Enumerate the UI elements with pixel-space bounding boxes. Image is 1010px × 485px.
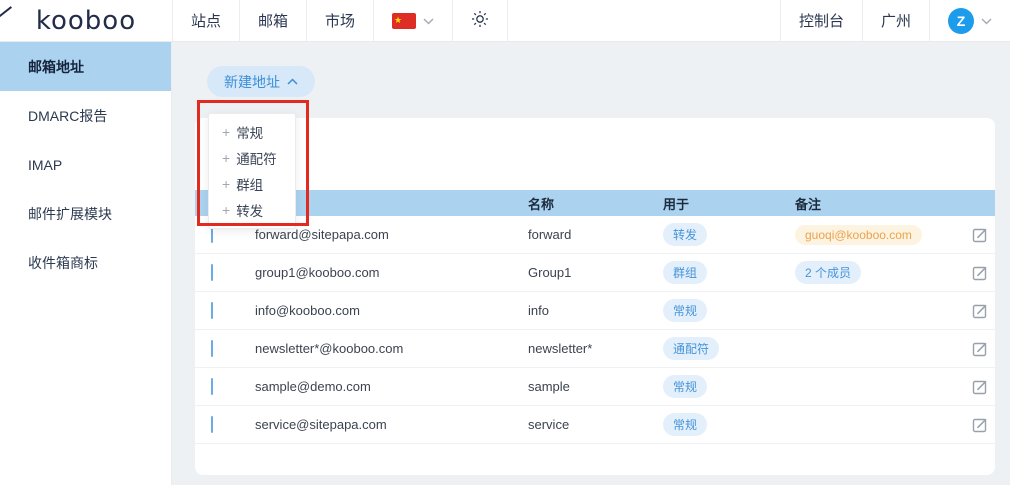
used-for-badge: 群组 — [663, 261, 707, 284]
table-row: service@sitepapa.com service 常规 — [195, 406, 995, 444]
row-checkbox[interactable] — [211, 302, 213, 319]
sun-icon — [471, 10, 489, 32]
edit-button[interactable] — [972, 379, 988, 395]
address-cell: group1@kooboo.com — [255, 265, 528, 280]
dropdown-item[interactable]: + 转发 — [209, 197, 295, 223]
used-for-badge: 转发 — [663, 223, 707, 246]
region-selector[interactable]: 广州 — [862, 0, 929, 41]
user-avatar[interactable]: Z — [948, 8, 974, 34]
used-for-badge: 常规 — [663, 375, 707, 398]
edit-button[interactable] — [972, 417, 988, 433]
top-nav-item[interactable]: 邮箱 — [239, 0, 306, 41]
chevron-down-icon — [981, 12, 992, 29]
table-header-row: 名称 用于 备注 — [195, 190, 995, 216]
sidebar-item[interactable]: IMAP — [0, 140, 171, 189]
edit-icon — [972, 303, 988, 319]
header-name: 名称 — [528, 194, 663, 213]
name-cell: service — [528, 417, 663, 432]
edit-button[interactable] — [972, 227, 988, 243]
table-row: sample@demo.com sample 常规 — [195, 368, 995, 406]
edit-button[interactable] — [972, 303, 988, 319]
new-address-button[interactable]: 新建地址 — [207, 66, 315, 97]
row-checkbox[interactable] — [211, 378, 213, 395]
theme-toggle-button[interactable] — [452, 0, 507, 41]
table-row: forward@sitepapa.com forward 转发 guoqi@ko… — [195, 216, 995, 254]
sidebar: 邮箱地址DMARC报告IMAP邮件扩展模块收件箱商标 — [0, 42, 172, 485]
address-cell: sample@demo.com — [255, 379, 528, 394]
sidebar-item[interactable]: 邮件扩展模块 — [0, 189, 171, 238]
edit-icon — [972, 379, 988, 395]
address-table-card: 名称 用于 备注 forward@sitepapa.com forward 转发… — [195, 118, 995, 475]
edit-icon — [972, 265, 988, 281]
logo[interactable]: kooboo — [0, 0, 172, 41]
table-row: group1@kooboo.com Group1 群组 2 个成员 — [195, 254, 995, 292]
language-selector[interactable]: ★ — [373, 0, 452, 41]
chevron-up-icon — [287, 78, 298, 85]
dropdown-item[interactable]: + 常规 — [209, 119, 295, 145]
topbar-spacer — [507, 0, 780, 41]
new-address-dropdown: + 常规 + 通配符 + 群组 + 转发 — [208, 113, 296, 229]
top-nav: 站点邮箱市场 — [172, 0, 373, 41]
address-cell: service@sitepapa.com — [255, 417, 528, 432]
dropdown-item[interactable]: + 通配符 — [209, 145, 295, 171]
dropdown-item[interactable]: + 群组 — [209, 171, 295, 197]
top-nav-item[interactable]: 市场 — [306, 0, 373, 41]
plus-icon: + — [222, 124, 230, 140]
plus-icon: + — [222, 150, 230, 166]
sidebar-item[interactable]: DMARC报告 — [0, 91, 171, 140]
used-for-badge: 常规 — [663, 299, 707, 322]
header-used-for: 用于 — [663, 194, 795, 213]
logo-text: kooboo — [36, 8, 136, 34]
sidebar-item[interactable]: 收件箱商标 — [0, 238, 171, 287]
name-cell: newsletter* — [528, 341, 663, 356]
address-cell: info@kooboo.com — [255, 303, 528, 318]
sidebar-item[interactable]: 邮箱地址 — [0, 42, 171, 91]
table-row: info@kooboo.com info 常规 — [195, 292, 995, 330]
logo-slash-decoration — [0, 6, 12, 23]
address-cell: newsletter*@kooboo.com — [255, 341, 528, 356]
china-flag-icon: ★ — [392, 13, 416, 29]
edit-icon — [972, 341, 988, 357]
remark-badge: guoqi@kooboo.com — [795, 225, 922, 245]
header-remark: 备注 — [795, 194, 943, 213]
topbar: kooboo 站点邮箱市场 ★ 控制台 广州 Z — [0, 0, 1010, 42]
top-nav-item[interactable]: 站点 — [172, 0, 239, 41]
edit-button[interactable] — [972, 341, 988, 357]
console-link[interactable]: 控制台 — [780, 0, 862, 41]
table-row: newsletter*@kooboo.com newsletter* 通配符 — [195, 330, 995, 368]
used-for-badge: 常规 — [663, 413, 707, 436]
name-cell: info — [528, 303, 663, 318]
table-body: forward@sitepapa.com forward 转发 guoqi@ko… — [195, 216, 995, 444]
name-cell: sample — [528, 379, 663, 394]
edit-button[interactable] — [972, 265, 988, 281]
remark-badge: 2 个成员 — [795, 261, 861, 284]
main-content: 名称 用于 备注 forward@sitepapa.com forward 转发… — [172, 42, 1010, 485]
row-checkbox[interactable] — [211, 416, 213, 433]
row-checkbox[interactable] — [211, 340, 213, 357]
used-for-badge: 通配符 — [663, 337, 719, 360]
name-cell: forward — [528, 227, 663, 242]
plus-icon: + — [222, 176, 230, 192]
plus-icon: + — [222, 202, 230, 218]
name-cell: Group1 — [528, 265, 663, 280]
row-checkbox[interactable] — [211, 264, 213, 281]
chevron-down-icon — [423, 12, 434, 29]
user-menu[interactable]: Z — [929, 0, 1010, 41]
edit-icon — [972, 417, 988, 433]
address-cell: forward@sitepapa.com — [255, 227, 528, 242]
edit-icon — [972, 227, 988, 243]
